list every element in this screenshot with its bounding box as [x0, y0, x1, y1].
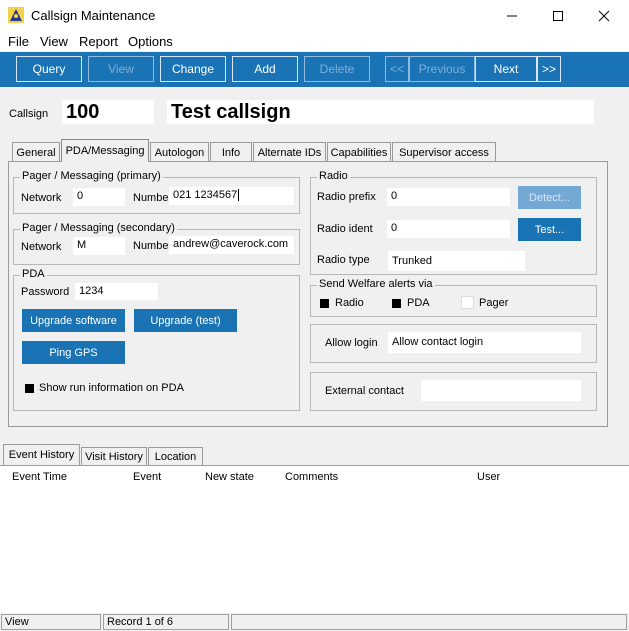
toolbar: Query View Change Add Delete << Previous…: [0, 52, 629, 87]
tab-supervisor-access[interactable]: Supervisor access: [392, 142, 496, 162]
upgrade-software-button[interactable]: Upgrade software: [22, 309, 125, 332]
callsign-field[interactable]: 100: [62, 100, 154, 124]
tab-general[interactable]: General: [12, 142, 60, 162]
password-label: Password: [21, 286, 70, 298]
tab-pda-messaging[interactable]: PDA/Messaging: [61, 139, 149, 162]
tab-event-history[interactable]: Event History: [3, 444, 80, 465]
show-run-info-label: Show run information on PDA: [39, 382, 184, 394]
column-header[interactable]: Event Time: [12, 471, 67, 483]
external-contact-label: External contact: [325, 385, 404, 397]
title-bar: Callsign Maintenance: [0, 0, 629, 31]
radio-prefix-field[interactable]: 0: [387, 188, 510, 206]
secondary-number-field[interactable]: andrew@caverock.com: [169, 236, 294, 254]
tab-location[interactable]: Location: [148, 447, 203, 465]
change-button[interactable]: Change: [160, 56, 226, 82]
radio-title: Radio: [317, 170, 350, 182]
tab-visit-history[interactable]: Visit History: [81, 447, 147, 465]
previous-button[interactable]: Previous: [409, 56, 475, 82]
welfare-pda-checkbox[interactable]: [392, 299, 401, 308]
column-header[interactable]: Comments: [285, 471, 338, 483]
window-title: Callsign Maintenance: [31, 8, 156, 23]
app-icon: [8, 7, 24, 23]
add-button[interactable]: Add: [232, 56, 298, 82]
last-record-button[interactable]: >>: [537, 56, 561, 82]
detect-button[interactable]: Detect...: [518, 186, 581, 209]
upgrade-test-button[interactable]: Upgrade (test): [134, 309, 237, 332]
test-button[interactable]: Test...: [518, 218, 581, 241]
ping-gps-button[interactable]: Ping GPS: [22, 341, 125, 364]
delete-button[interactable]: Delete: [304, 56, 370, 82]
column-header[interactable]: Event: [133, 471, 161, 483]
tab-info[interactable]: Info: [210, 142, 252, 162]
callsign-label: Callsign: [9, 108, 49, 120]
welfare-title: Send Welfare alerts via: [317, 278, 435, 290]
number-label: Number: [133, 240, 173, 252]
status-mode: View: [1, 614, 101, 630]
query-button[interactable]: Query: [16, 56, 82, 82]
network-label: Network: [21, 241, 62, 253]
pda-title: PDA: [20, 268, 47, 280]
close-icon[interactable]: [581, 0, 627, 31]
menu-file[interactable]: File: [8, 34, 29, 49]
external-contact-field[interactable]: [421, 380, 581, 401]
menu-bar: File View Report Options: [0, 31, 629, 51]
welfare-radio-checkbox[interactable]: [320, 299, 329, 308]
primary-network-field[interactable]: 0: [73, 188, 125, 206]
tab-capabilities[interactable]: Capabilities: [327, 142, 391, 162]
show-run-info-checkbox[interactable]: [25, 384, 34, 393]
menu-report[interactable]: Report: [79, 34, 118, 49]
primary-number-value: 021 1234567: [173, 189, 238, 201]
allow-login-field[interactable]: Allow contact login: [388, 332, 581, 353]
tab-alternate-ids[interactable]: Alternate IDs: [253, 142, 326, 162]
radio-type-field[interactable]: Trunked: [388, 251, 525, 271]
welfare-radio-label: Radio: [335, 297, 364, 309]
column-header[interactable]: New state: [205, 471, 254, 483]
menu-view[interactable]: View: [40, 34, 68, 49]
event-history-list[interactable]: Event Time Event New state Comments User: [0, 465, 629, 613]
status-panel-empty: [231, 614, 627, 630]
welfare-pda-label: PDA: [407, 297, 430, 309]
pager-secondary-title: Pager / Messaging (secondary): [20, 222, 177, 234]
status-bar: View Record 1 of 6: [0, 613, 629, 631]
maximize-icon[interactable]: [535, 0, 581, 31]
pager-primary-title: Pager / Messaging (primary): [20, 170, 163, 182]
secondary-network-field[interactable]: M: [73, 237, 125, 255]
number-label: Number: [133, 192, 173, 204]
welfare-pager-checkbox[interactable]: [461, 296, 474, 309]
text-cursor: [238, 189, 240, 201]
column-header[interactable]: User: [477, 471, 500, 483]
status-record: Record 1 of 6: [103, 614, 229, 630]
radio-type-label: Radio type: [317, 254, 370, 266]
password-field[interactable]: 1234: [75, 283, 158, 300]
radio-ident-field[interactable]: 0: [387, 220, 510, 238]
allow-login-label: Allow login: [325, 337, 378, 349]
view-button[interactable]: View: [88, 56, 154, 82]
minimize-icon[interactable]: [489, 0, 535, 31]
menu-options[interactable]: Options: [128, 34, 173, 49]
network-label: Network: [21, 192, 62, 204]
tab-autologon[interactable]: Autologon: [150, 142, 209, 162]
first-record-button[interactable]: <<: [385, 56, 409, 82]
welfare-pager-label: Pager: [479, 297, 509, 309]
primary-number-field[interactable]: 021 1234567: [169, 187, 294, 205]
next-button[interactable]: Next: [475, 56, 537, 82]
radio-ident-label: Radio ident: [317, 223, 373, 235]
callsign-description-field[interactable]: Test callsign: [167, 100, 594, 124]
radio-prefix-label: Radio prefix: [317, 191, 376, 203]
